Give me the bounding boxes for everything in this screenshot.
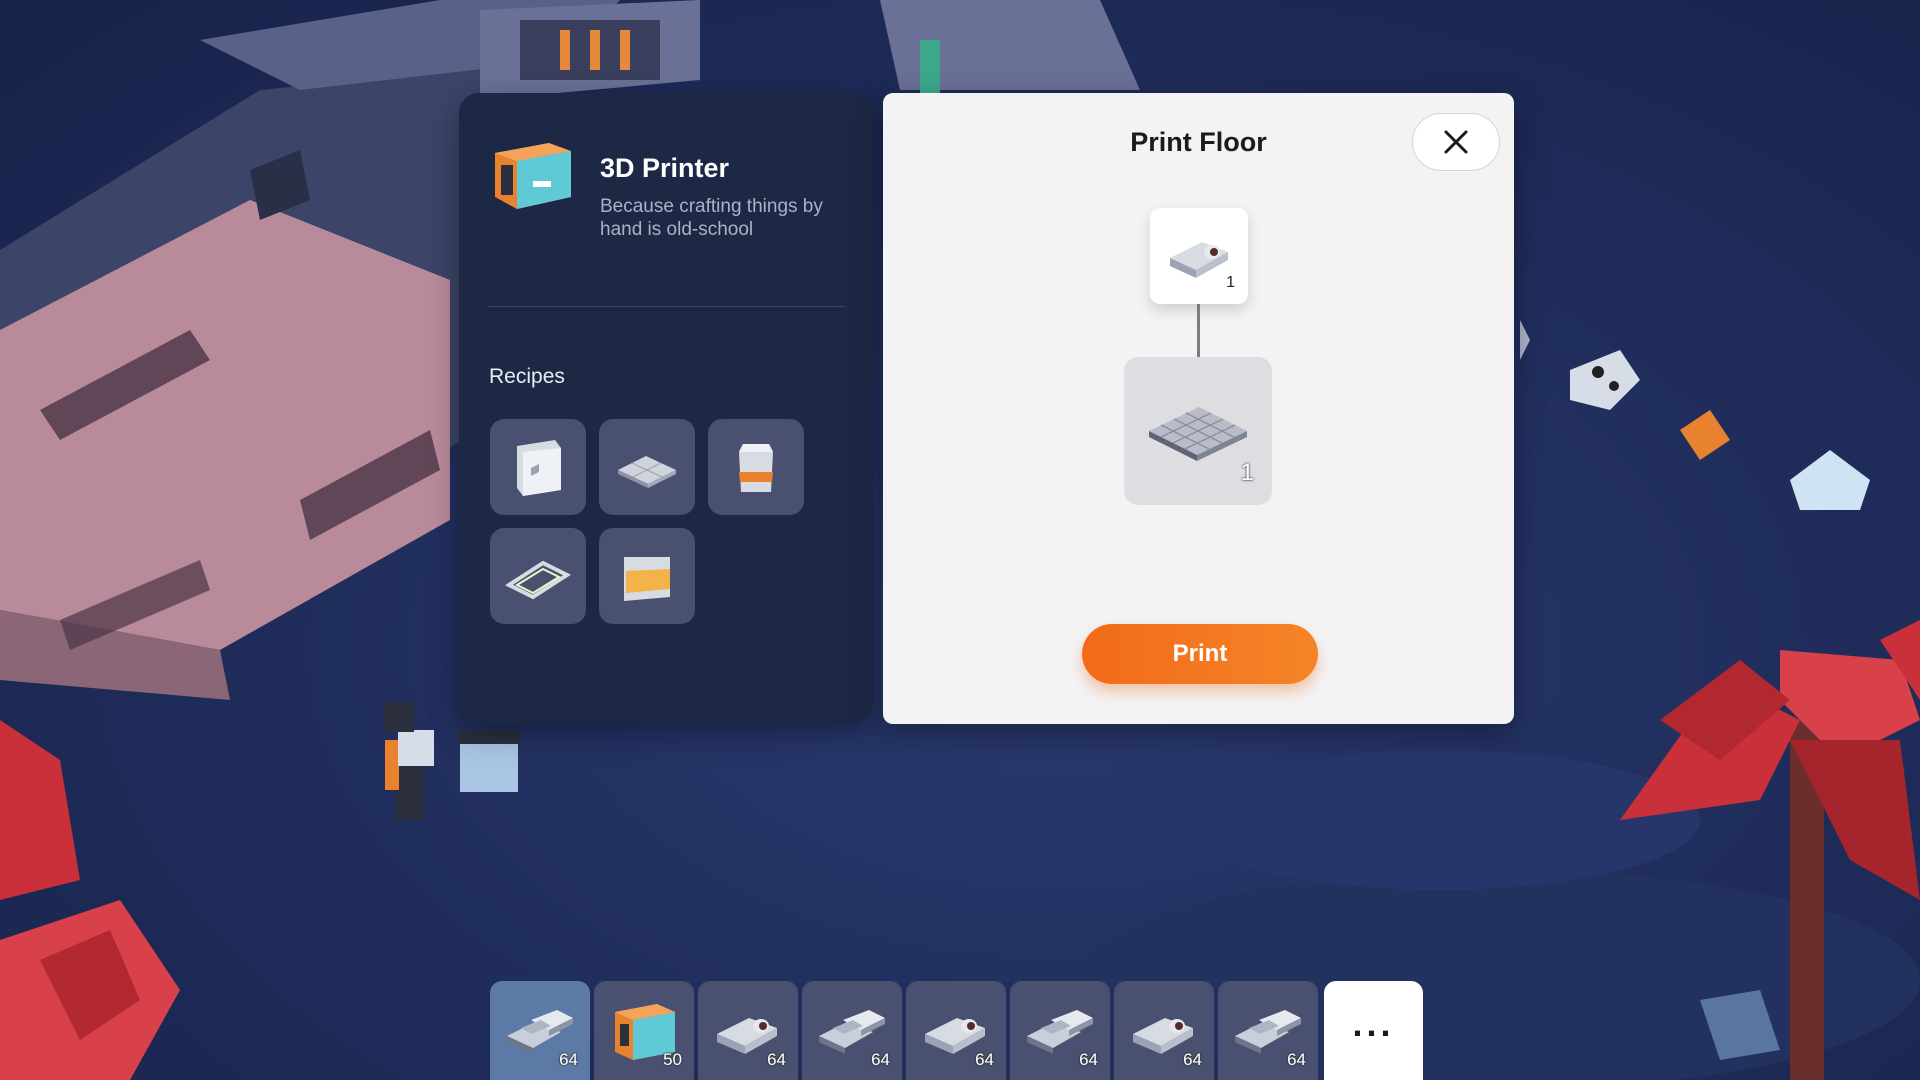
recipe-window-panel[interactable] (599, 528, 695, 624)
slot-count: 64 (1287, 1050, 1306, 1069)
recipe-light-frame[interactable] (490, 528, 586, 624)
slot-count: 64 (1183, 1050, 1202, 1069)
output-card: 1 (1124, 357, 1272, 505)
slot-count: 64 (975, 1050, 994, 1069)
ore-rocks (1520, 320, 1870, 510)
hotbar-slot[interactable]: 50 (594, 981, 694, 1080)
print-button[interactable]: Print (1082, 624, 1318, 684)
slot-count: 64 (559, 1050, 578, 1069)
hotbar-slot[interactable]: 64 (1218, 981, 1318, 1080)
recipe-floor-tile[interactable] (599, 419, 695, 515)
palm-tree-left (0, 720, 180, 1080)
close-button[interactable] (1412, 113, 1500, 171)
hotbar-slot[interactable]: 64 (1114, 981, 1214, 1080)
printer-panel: 3D Printer Because crafting things by ha… (459, 93, 873, 723)
slot-count: 64 (871, 1050, 890, 1069)
window-panel-icon (624, 557, 670, 601)
slot-count: 64 (767, 1050, 786, 1069)
print-panel: Print Floor 1 1 Print (883, 93, 1514, 724)
panel-subtitle: Because crafting things by hand is old-s… (600, 196, 823, 240)
floor-tile-icon (618, 456, 676, 488)
hotbar-slot[interactable]: 64 (490, 981, 590, 1080)
output-quantity: 1 (1240, 459, 1254, 486)
recipe-connector-line (1197, 304, 1200, 357)
more-label: ... (1352, 1002, 1395, 1044)
recipes-label: Recipes (489, 365, 565, 388)
canister-icon (739, 444, 773, 492)
panel-title: 3D Printer (600, 153, 730, 183)
printer-header: 3D Printer Because crafting things by ha… (487, 121, 845, 307)
3d-printer-icon (495, 143, 571, 209)
wall-panel-icon (517, 440, 561, 496)
crater-ring (1180, 750, 1700, 890)
slot-count: 50 (663, 1050, 682, 1069)
floor-tile-icon (1149, 407, 1247, 461)
recipe-canister[interactable] (708, 419, 804, 515)
slot-count: 64 (1079, 1050, 1098, 1069)
more-button[interactable]: ... (1324, 981, 1423, 1080)
hotbar-slot[interactable]: 64 (1010, 981, 1110, 1080)
light-frame-icon (504, 560, 572, 600)
ingredient-quantity: 1 (1226, 274, 1235, 291)
hotbar-slot[interactable]: 64 (698, 981, 798, 1080)
close-icon (1444, 130, 1468, 154)
hotbar-slot[interactable]: 64 (802, 981, 902, 1080)
hotbar-slot[interactable]: 64 (906, 981, 1006, 1080)
metal-ingot-icon (1170, 242, 1228, 278)
recipe-wall-panel[interactable] (490, 419, 586, 515)
ingredient-card[interactable]: 1 (1150, 208, 1248, 304)
